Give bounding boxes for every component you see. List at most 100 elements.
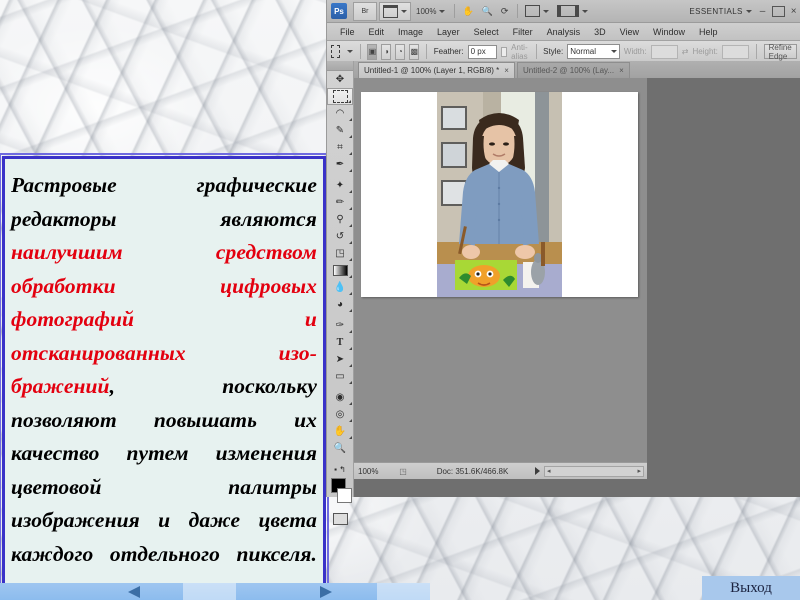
menu-item-select[interactable]: Select	[467, 27, 506, 37]
menu-item-filter[interactable]: Filter	[506, 27, 540, 37]
refine-edge-button[interactable]: Refine Edge	[763, 43, 797, 61]
quick-selection-tool[interactable]: ✎	[327, 122, 353, 139]
menu-bar: File Edit Image Layer Select Filter Anal…	[327, 23, 800, 41]
selection-intersect-icon[interactable]: ▩	[409, 43, 420, 60]
divider	[517, 4, 519, 18]
hand-tool-button[interactable]: ✋	[459, 3, 476, 20]
style-dropdown[interactable]: Normal	[567, 44, 620, 59]
chevron-down-icon	[439, 9, 446, 13]
blur-tool[interactable]: 💧	[327, 279, 353, 296]
rectangular-marquee-icon[interactable]	[331, 45, 340, 58]
scroll-right-icon[interactable]: ▸	[637, 467, 641, 475]
slide-navigation-bar	[0, 583, 430, 600]
3d-rotate-tool[interactable]: ◉	[327, 389, 353, 406]
lasso-tool[interactable]: ◠	[327, 105, 353, 122]
triangle-left-icon[interactable]	[128, 586, 140, 598]
zoom-level-dropdown[interactable]: 100%	[413, 3, 448, 20]
maximize-button[interactable]	[771, 5, 785, 17]
path-selection-tool[interactable]: ➤	[327, 351, 353, 368]
triangle-right-icon[interactable]	[320, 586, 332, 598]
girl-painting-photo[interactable]	[437, 92, 562, 297]
zoom-level-label: 100%	[416, 6, 437, 16]
eyedropper-tool[interactable]: ✒	[327, 156, 353, 173]
clone-stamp-tool[interactable]: ⚲	[327, 211, 353, 228]
menu-item-layer[interactable]: Layer	[430, 27, 467, 37]
height-input[interactable]	[721, 44, 750, 59]
status-zoom-level[interactable]: 100%	[354, 467, 396, 476]
tool-flyout-icon	[349, 132, 352, 138]
close-button[interactable]: ×	[791, 6, 797, 17]
canvas-viewport[interactable]: 100% ◳ Doc: 351.6K/466.8K ◂ ▸	[354, 78, 647, 479]
gradient-tool[interactable]	[327, 262, 353, 279]
document-tab-untitled-2[interactable]: Untitled-2 @ 100% (Lay... ×	[516, 62, 630, 78]
color-swatches[interactable]	[327, 478, 353, 504]
screen-mode-button[interactable]	[554, 3, 591, 20]
slide-textbox: Растровые графические редакторы являются…	[0, 153, 329, 589]
quick-mask-button[interactable]	[327, 510, 353, 527]
tool-flyout-icon	[349, 149, 352, 155]
tool-flyout-icon	[349, 221, 352, 227]
tool-flyout-icon	[349, 327, 352, 333]
spot-healing-brush-tool[interactable]: ✦	[327, 177, 353, 194]
menu-item-help[interactable]: Help	[692, 27, 725, 37]
rectangular-marquee-icon	[332, 90, 348, 103]
close-icon[interactable]: ×	[619, 66, 624, 75]
rotate-view-button[interactable]: ⟳	[498, 3, 512, 20]
brush-tool[interactable]: ✏	[327, 194, 353, 211]
selection-add-icon[interactable]: ◑	[381, 43, 392, 60]
menu-item-file[interactable]: File	[333, 27, 362, 37]
close-icon[interactable]: ×	[504, 66, 509, 75]
zoom-tool[interactable]: 🔍	[327, 440, 353, 457]
horizontal-type-tool[interactable]: T	[327, 334, 353, 351]
view-extras-button[interactable]	[379, 1, 411, 21]
bridge-icon: Br	[361, 7, 369, 15]
chevron-down-icon[interactable]	[346, 50, 353, 53]
menu-item-analysis[interactable]: Analysis	[540, 27, 588, 37]
3d-orbit-tool[interactable]: ◎	[327, 406, 353, 423]
arrange-documents-button[interactable]	[522, 3, 552, 20]
selection-subtract-icon[interactable]: ◔	[395, 43, 406, 60]
nav-gap	[183, 583, 236, 600]
pen-tool[interactable]: ✑	[327, 317, 353, 334]
menu-item-edit[interactable]: Edit	[362, 27, 392, 37]
width-label: Width:	[623, 47, 647, 56]
workspace-label: ESSENTIALS	[689, 6, 743, 16]
rectangular-marquee-tool[interactable]	[327, 88, 353, 105]
launch-bridge-button[interactable]: Br	[353, 1, 377, 21]
menu-item-view[interactable]: View	[613, 27, 646, 37]
menu-item-image[interactable]: Image	[391, 27, 430, 37]
zoom-tool-button[interactable]: 🔍	[479, 3, 496, 20]
selection-new-icon[interactable]: ▣	[367, 43, 378, 60]
hand-tool[interactable]: ✋	[327, 423, 353, 440]
workspace-switcher[interactable]: ESSENTIALS – ×	[689, 5, 797, 17]
horizontal-scrollbar[interactable]: ◂ ▸	[544, 465, 644, 477]
dodge-tool[interactable]: ◕	[327, 296, 353, 313]
antialias-checkbox[interactable]	[500, 46, 508, 57]
scroll-left-icon[interactable]: ◂	[547, 467, 551, 475]
move-tool[interactable]: ✥	[327, 71, 353, 88]
menu-item-3d[interactable]: 3D	[587, 27, 613, 37]
default-colors-button[interactable]: ▪ ↰	[327, 461, 353, 478]
status-flyout-icon[interactable]	[535, 467, 540, 475]
canvas[interactable]	[361, 92, 638, 297]
width-input[interactable]	[650, 44, 678, 59]
feather-input[interactable]: 0 px	[467, 44, 497, 59]
document-area: Untitled-1 @ 100% (Layer 1, RGB/8) * × U…	[354, 61, 800, 497]
resize-grip-icon[interactable]: ◳	[396, 467, 410, 476]
palette-grip[interactable]	[327, 61, 353, 71]
history-brush-tool[interactable]: ↺	[327, 228, 353, 245]
status-doc-size: Doc: 351.6K/466.8K	[436, 466, 509, 476]
crop-tool[interactable]: ⌗	[327, 139, 353, 156]
document-tab-untitled-1[interactable]: Untitled-1 @ 100% (Layer 1, RGB/8) * ×	[358, 62, 515, 78]
document-tab-title: Untitled-2 @ 100% (Lay...	[522, 66, 615, 75]
eraser-tool[interactable]: ◳	[327, 245, 353, 262]
background-color-swatch[interactable]	[337, 488, 352, 504]
minimize-button[interactable]: –	[760, 6, 766, 17]
menu-item-window[interactable]: Window	[646, 27, 692, 37]
rectangle-tool[interactable]: ▭	[327, 368, 353, 385]
exit-button[interactable]: Выход	[702, 576, 800, 600]
tool-flyout-icon	[349, 238, 352, 244]
zoom-tool-icon: 🔍	[481, 5, 493, 16]
tool-flyout-icon	[349, 187, 352, 193]
swap-dimensions-icon[interactable]: ⇄	[682, 47, 689, 56]
